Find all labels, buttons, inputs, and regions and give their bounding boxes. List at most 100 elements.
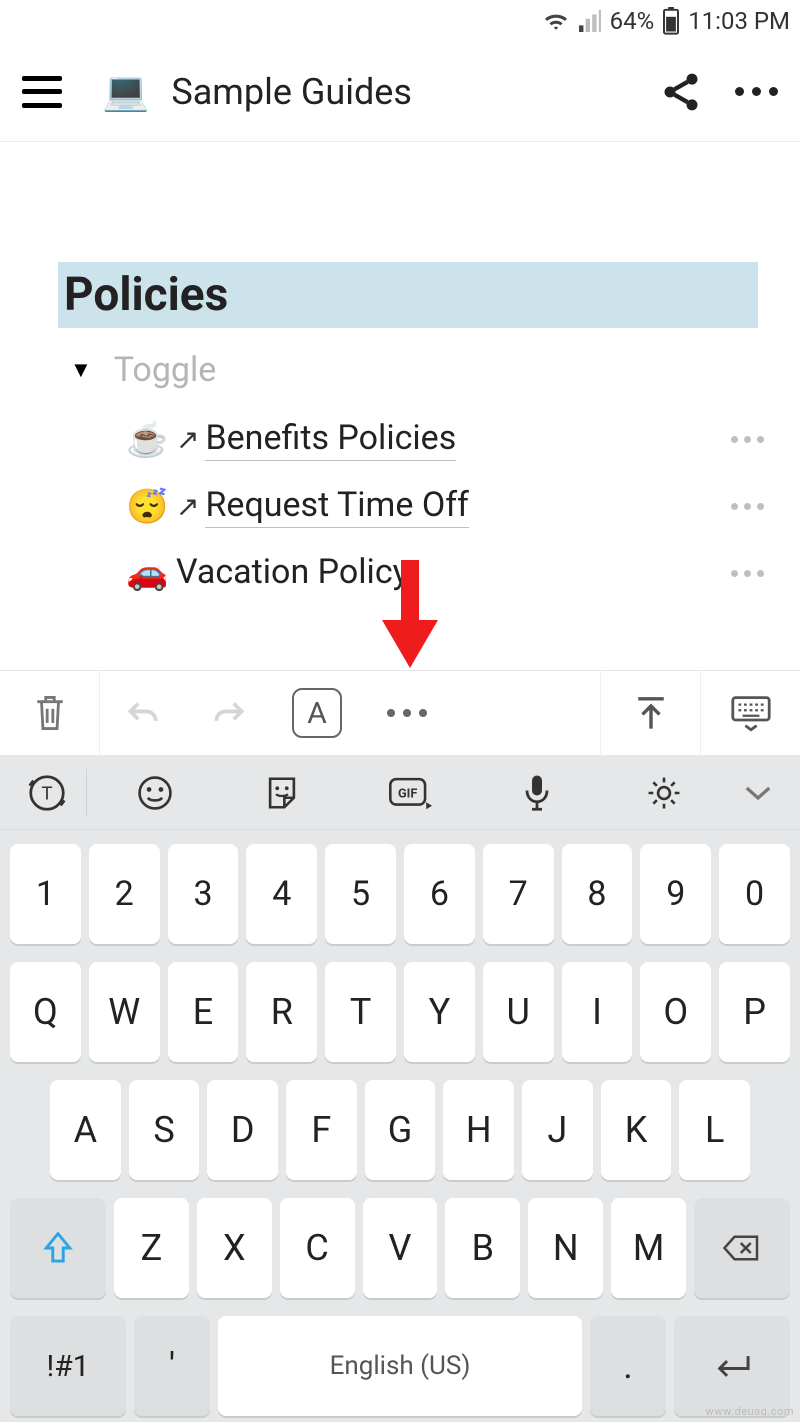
toggle-placeholder: Toggle [114, 350, 217, 390]
heading-text: Policies [64, 268, 748, 322]
heading-block[interactable]: Policies [58, 262, 758, 328]
scroll-top-icon[interactable] [600, 670, 700, 756]
key-x[interactable]: X [197, 1198, 272, 1298]
key-h[interactable]: H [443, 1080, 514, 1180]
editor-toolbar: A [0, 670, 800, 756]
key-period[interactable]: . [590, 1316, 666, 1416]
signal-icon [578, 10, 602, 32]
link-arrow-icon: ↗ [176, 490, 199, 523]
hamburger-menu-icon[interactable] [22, 76, 62, 108]
key-8[interactable]: 8 [562, 844, 633, 944]
list-item-label[interactable]: Request Time Off [205, 485, 468, 528]
key-r[interactable]: R [246, 962, 317, 1062]
item-menu-icon[interactable] [731, 436, 764, 443]
key-6[interactable]: 6 [404, 844, 475, 944]
link-arrow-icon: ↗ [176, 423, 199, 456]
battery-icon [662, 7, 680, 35]
sleeping-face-icon: 😴 [126, 487, 176, 527]
key-l[interactable]: L [679, 1080, 750, 1180]
keyboard-toolbar: T GIF [0, 756, 800, 830]
item-menu-icon[interactable] [731, 570, 764, 577]
emoji-icon[interactable] [91, 774, 218, 812]
svg-text:T: T [41, 782, 52, 804]
key-e[interactable]: E [168, 962, 239, 1062]
keyboard-row-qwerty: Q W E R T Y U I O P [6, 962, 794, 1062]
trash-icon[interactable] [0, 670, 100, 756]
toggle-triangle-icon[interactable]: ▼ [70, 357, 92, 383]
share-icon[interactable] [659, 70, 703, 114]
key-3[interactable]: 3 [168, 844, 239, 944]
text-format-button[interactable]: A [272, 670, 362, 756]
gif-icon[interactable]: GIF [346, 774, 473, 812]
toggle-block[interactable]: ▼ Toggle [0, 346, 800, 406]
sticker-icon[interactable] [218, 774, 345, 812]
list-item-label[interactable]: Vacation Policy [176, 552, 409, 594]
key-n[interactable]: N [528, 1198, 603, 1298]
key-i[interactable]: I [562, 962, 633, 1062]
key-shift[interactable] [10, 1198, 106, 1298]
key-symbols[interactable]: !#1 [10, 1316, 126, 1416]
key-q[interactable]: Q [10, 962, 81, 1062]
key-1[interactable]: 1 [10, 844, 81, 944]
key-enter[interactable] [674, 1316, 790, 1416]
clock-time: 11:03 PM [688, 7, 790, 35]
list-item-label[interactable]: Benefits Policies [205, 418, 456, 461]
page-title[interactable]: Sample Guides [171, 71, 659, 113]
key-g[interactable]: G [365, 1080, 436, 1180]
microphone-icon[interactable] [473, 773, 600, 813]
key-4[interactable]: 4 [246, 844, 317, 944]
svg-text:GIF: GIF [398, 786, 417, 801]
key-a[interactable]: A [50, 1080, 121, 1180]
more-options-icon[interactable] [735, 87, 778, 96]
settings-gear-icon[interactable] [601, 774, 728, 812]
key-m[interactable]: M [611, 1198, 686, 1298]
key-9[interactable]: 9 [640, 844, 711, 944]
key-j[interactable]: J [522, 1080, 593, 1180]
watermark: www.deuaq.com [706, 1405, 794, 1418]
page-list: ☕ ↗ Benefits Policies 😴 ↗ Request Time O… [0, 406, 800, 606]
key-z[interactable]: Z [114, 1198, 189, 1298]
list-item[interactable]: 😴 ↗ Request Time Off [126, 473, 800, 540]
key-v[interactable]: V [363, 1198, 438, 1298]
collapse-toolbar-icon[interactable] [728, 783, 788, 803]
page-content[interactable]: Policies ▼ Toggle ☕ ↗ Benefits Policies … [0, 142, 800, 672]
item-menu-icon[interactable] [731, 503, 764, 510]
key-o[interactable]: O [640, 962, 711, 1062]
key-s[interactable]: S [129, 1080, 200, 1180]
coffee-icon: ☕ [126, 420, 176, 460]
undo-icon[interactable] [100, 670, 186, 756]
key-p[interactable]: P [719, 962, 790, 1062]
key-t[interactable]: T [325, 962, 396, 1062]
wifi-icon [542, 10, 570, 32]
keyboard-row-bottom: !#1 ' English (US) . [6, 1316, 794, 1416]
key-5[interactable]: 5 [325, 844, 396, 944]
key-d[interactable]: D [207, 1080, 278, 1180]
list-item[interactable]: ☕ ↗ Benefits Policies [126, 406, 800, 473]
key-backspace[interactable] [694, 1198, 790, 1298]
key-c[interactable]: C [280, 1198, 355, 1298]
keyboard-row-zxcv: Z X C V B N M [6, 1198, 794, 1298]
battery-percentage: 64% [610, 7, 655, 35]
key-b[interactable]: B [445, 1198, 520, 1298]
key-apostrophe[interactable]: ' [134, 1316, 210, 1416]
redo-icon[interactable] [186, 670, 272, 756]
key-space[interactable]: English (US) [218, 1316, 582, 1416]
page-icon: 💻 [102, 70, 149, 114]
key-0[interactable]: 0 [719, 844, 790, 944]
keyboard-row-numbers: 1 2 3 4 5 6 7 8 9 0 [6, 844, 794, 944]
key-k[interactable]: K [601, 1080, 672, 1180]
key-7[interactable]: 7 [483, 844, 554, 944]
hide-keyboard-icon[interactable] [700, 670, 800, 756]
text-input-mode-icon[interactable]: T [12, 773, 82, 813]
key-w[interactable]: W [89, 962, 160, 1062]
key-y[interactable]: Y [404, 962, 475, 1062]
list-item[interactable]: 🚗 Vacation Policy [126, 540, 800, 606]
key-2[interactable]: 2 [89, 844, 160, 944]
status-bar: 64% 11:03 PM [0, 0, 800, 42]
soft-keyboard: T GIF 1 2 3 4 5 6 7 8 9 [0, 756, 800, 1422]
app-header: 💻 Sample Guides [0, 42, 800, 142]
key-f[interactable]: F [286, 1080, 357, 1180]
key-u[interactable]: U [483, 962, 554, 1062]
car-icon: 🚗 [126, 553, 176, 593]
toolbar-more-icon[interactable] [362, 670, 452, 756]
